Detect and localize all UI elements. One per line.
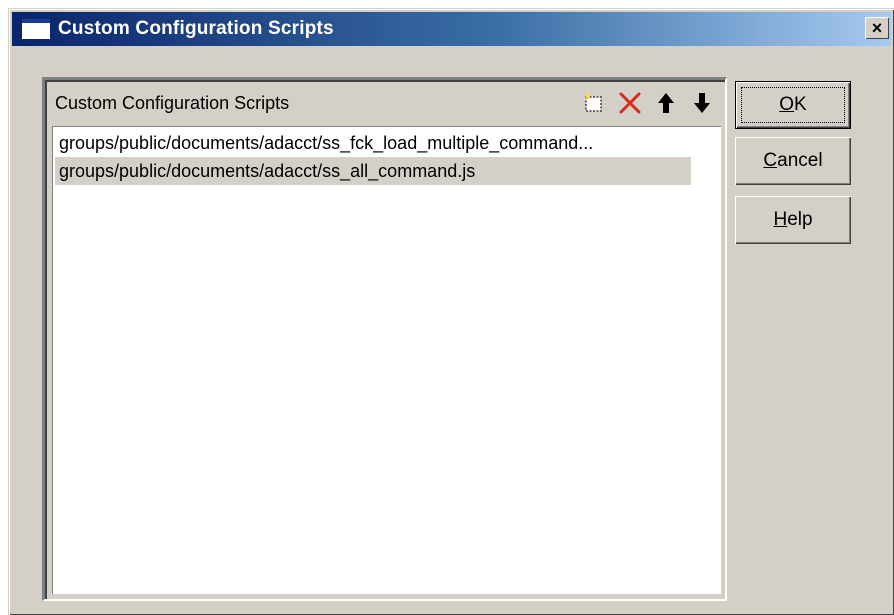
panel-title: Custom Configuration Scripts (55, 92, 290, 113)
close-button[interactable]: × (865, 17, 889, 39)
close-icon: × (871, 17, 883, 38)
panel-header: Custom Configuration Scripts (47, 82, 725, 124)
window-title: Custom Configuration Scripts (58, 18, 334, 39)
move-down-icon[interactable] (689, 90, 715, 116)
list-item[interactable]: groups/public/documents/adacct/ss_fck_lo… (55, 129, 691, 157)
list-item-selected[interactable]: groups/public/documents/adacct/ss_all_co… (55, 157, 691, 185)
scripts-list[interactable]: groups/public/documents/adacct/ss_fck_lo… (52, 126, 721, 594)
new-script-icon[interactable] (581, 90, 607, 116)
panel-toolbar (581, 90, 715, 116)
dialog-window: Custom Configuration Scripts × Custom Co… (8, 8, 894, 615)
title-bar[interactable]: Custom Configuration Scripts × (12, 12, 891, 46)
cancel-button[interactable]: Cancel (735, 137, 851, 185)
help-button[interactable]: Help (735, 196, 851, 244)
window-icon (22, 19, 50, 39)
scripts-panel: Custom Configuration Scripts groups/publ… (42, 77, 727, 601)
focus-rectangle (741, 87, 845, 123)
ok-button[interactable]: OK (735, 81, 851, 129)
move-up-icon[interactable] (653, 90, 679, 116)
delete-icon[interactable] (617, 90, 643, 116)
